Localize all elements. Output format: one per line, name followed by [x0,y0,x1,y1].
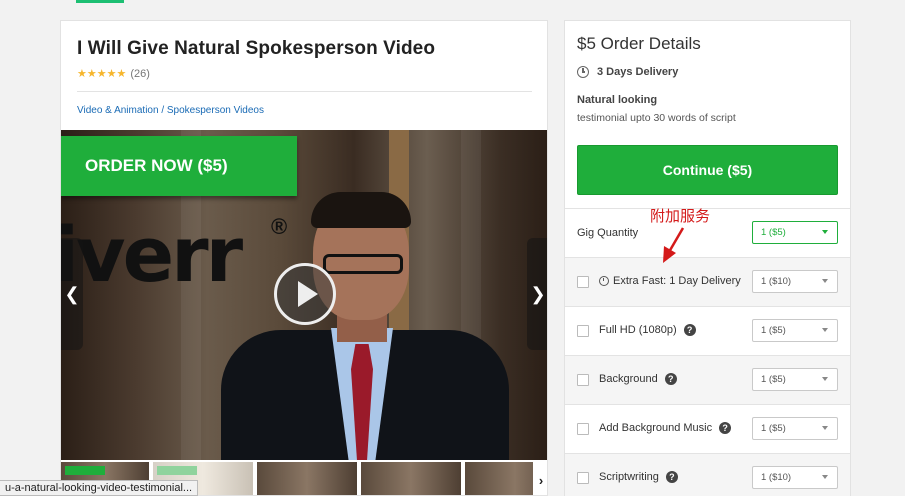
delivery-time: 3 Days Delivery [577,66,678,78]
help-icon[interactable]: ? [719,422,732,434]
review-count: (26) [130,67,150,80]
extra-label-text: Add Background Music [599,422,713,434]
registered-mark: ® [271,214,288,239]
clock-icon [577,66,589,78]
extra-row: Scriptwriting ? 1 ($10) [565,453,850,496]
extra-quantity-select[interactable]: 1 ($10) [752,466,838,489]
package-description: testimonial upto 30 words of script [577,112,736,124]
annotation-label: 附加服务 [650,207,711,225]
extra-quantity-value: 1 ($5) [761,423,786,434]
rating-stars-icon: ★★★★★ [77,68,127,80]
status-bar-url: u-a-natural-looking-video-testimonial... [0,480,199,496]
gig-title: I Will Give Natural Spokesperson Video [77,38,436,59]
extra-checkbox[interactable] [577,374,589,386]
page: I Will Give Natural Spokesperson Video ★… [0,0,905,496]
video-player[interactable]: iverr ® ORDER NOW ($5) ❮ ❯ [61,130,547,460]
extra-label-text: Extra Fast: 1 Day Delivery [613,275,741,287]
help-icon[interactable]: ? [683,324,696,336]
extra-quantity-value: 1 ($5) [761,374,786,385]
extra-quantity-select[interactable]: 1 ($5) [752,319,838,342]
extra-label: Scriptwriting ? [599,471,678,483]
order-title: $5 Order Details [577,34,701,53]
chevron-down-icon [822,279,828,283]
breadcrumb-separator: / [158,105,167,116]
clock-icon [599,276,609,286]
breadcrumb: Video & Animation / Spokesperson Videos [77,105,264,116]
thumbnail-banner [65,466,105,475]
order-details-card: $5 Order Details 3 Days Delivery Natural… [564,20,851,496]
extra-label: Add Background Music ? [599,422,732,434]
play-button[interactable] [274,263,336,325]
extra-quantity-value: 1 ($10) [761,276,792,287]
person-glasses [323,254,403,274]
package-title: Natural looking [577,94,658,106]
extra-quantity-select[interactable]: 1 ($5) [752,417,838,440]
gig-main-card: I Will Give Natural Spokesperson Video ★… [60,20,548,496]
extra-row: Extra Fast: 1 Day Delivery 1 ($10) [565,257,850,306]
gig-quantity-label: Gig Quantity [577,227,639,239]
thumbnail-banner [157,466,197,475]
thumbnail[interactable] [257,462,357,495]
extra-row: Add Background Music ? 1 ($5) [565,404,850,453]
gig-quantity-select[interactable]: 1 ($5) [752,221,838,244]
extra-quantity-value: 1 ($10) [761,472,792,483]
thumbnail[interactable] [361,462,461,495]
extra-quantity-value: 1 ($5) [761,325,786,336]
person-hair [311,192,411,228]
breadcrumb-subcategory-link[interactable]: Spokesperson Videos [167,105,264,116]
extra-label-text: Background [599,373,658,385]
continue-button[interactable]: Continue ($5) [577,145,838,195]
extra-quantity-select[interactable]: 1 ($5) [752,368,838,391]
extra-row: Background ? 1 ($5) [565,355,850,404]
chevron-down-icon [822,328,828,332]
breadcrumb-category-link[interactable]: Video & Animation [77,105,159,116]
gig-extras-list: Gig Quantity 1 ($5) Extra Fast: 1 Day De… [565,208,850,496]
top-tab-indicator [76,0,124,3]
extra-checkbox[interactable] [577,472,589,484]
extra-label-text: Scriptwriting [599,471,659,483]
gig-quantity-value: 1 ($5) [761,227,786,238]
next-slide-button[interactable]: ❯ [527,238,547,350]
extra-checkbox[interactable] [577,276,589,288]
chevron-down-icon [822,377,828,381]
extra-label: Extra Fast: 1 Day Delivery [599,275,741,287]
rating[interactable]: ★★★★★ (26) [77,67,150,81]
extra-quantity-select[interactable]: 1 ($10) [752,270,838,293]
extra-label: Full HD (1080p) ? [599,324,696,336]
help-icon[interactable]: ? [664,373,677,385]
extra-label-text: Full HD (1080p) [599,324,677,336]
extra-checkbox[interactable] [577,423,589,435]
fiverr-logo: iverr [61,210,243,299]
extra-checkbox[interactable] [577,325,589,337]
chevron-down-icon [822,475,828,479]
play-icon [297,281,318,307]
chevron-down-icon [822,230,828,234]
divider [77,91,532,92]
chevron-down-icon [822,426,828,430]
order-now-banner: ORDER NOW ($5) [61,136,297,196]
extra-label: Background ? [599,373,677,385]
previous-slide-button[interactable]: ❮ [61,238,83,350]
thumbnail-next-icon[interactable]: › [533,462,547,495]
help-icon[interactable]: ? [665,471,678,483]
delivery-label: 3 Days Delivery [597,66,679,78]
extra-row: Full HD (1080p) ? 1 ($5) [565,306,850,355]
